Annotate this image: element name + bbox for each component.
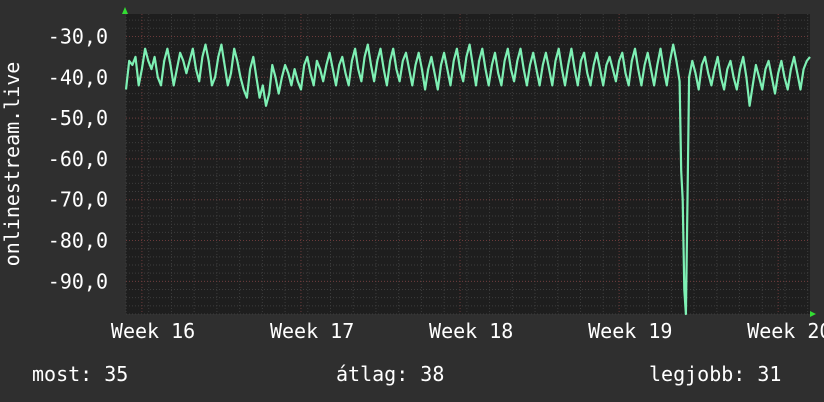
x-tick-label: Week 17 (270, 319, 354, 343)
y-tick-label: -90,0 (48, 269, 108, 293)
y-tick-label: -80,0 (48, 229, 108, 253)
y-axis: -30,0 -40,0 -50,0 -60,0 -70,0 -80,0 -90,0 (48, 24, 108, 293)
x-tick-label: Week 19 (588, 319, 672, 343)
x-axis: Week 16 Week 17 Week 18 Week 19 Week 20 (111, 319, 824, 343)
y-tick-label: -40,0 (48, 65, 108, 89)
y-tick-label: -60,0 (48, 147, 108, 171)
chart: -30,0 -40,0 -50,0 -60,0 -70,0 -80,0 -90,0 Week… (0, 7, 824, 343)
y-axis-label: onlinestream.live (0, 62, 24, 267)
y-tick-label: -50,0 (48, 106, 108, 130)
x-tick-label: Week 16 (111, 319, 195, 343)
y-axis-arrow (122, 7, 128, 14)
plot-area (126, 14, 810, 314)
average-value: átlag: 38 (336, 362, 445, 386)
x-axis-arrow (810, 311, 816, 317)
y-tick-label: -70,0 (48, 188, 108, 212)
current-value: most: 35 (32, 362, 129, 386)
x-tick-label: Week 20 (747, 319, 824, 343)
best-value: legjobb: 31 (649, 362, 782, 386)
x-tick-label: Week 18 (429, 319, 513, 343)
y-tick-label: -30,0 (48, 24, 108, 48)
